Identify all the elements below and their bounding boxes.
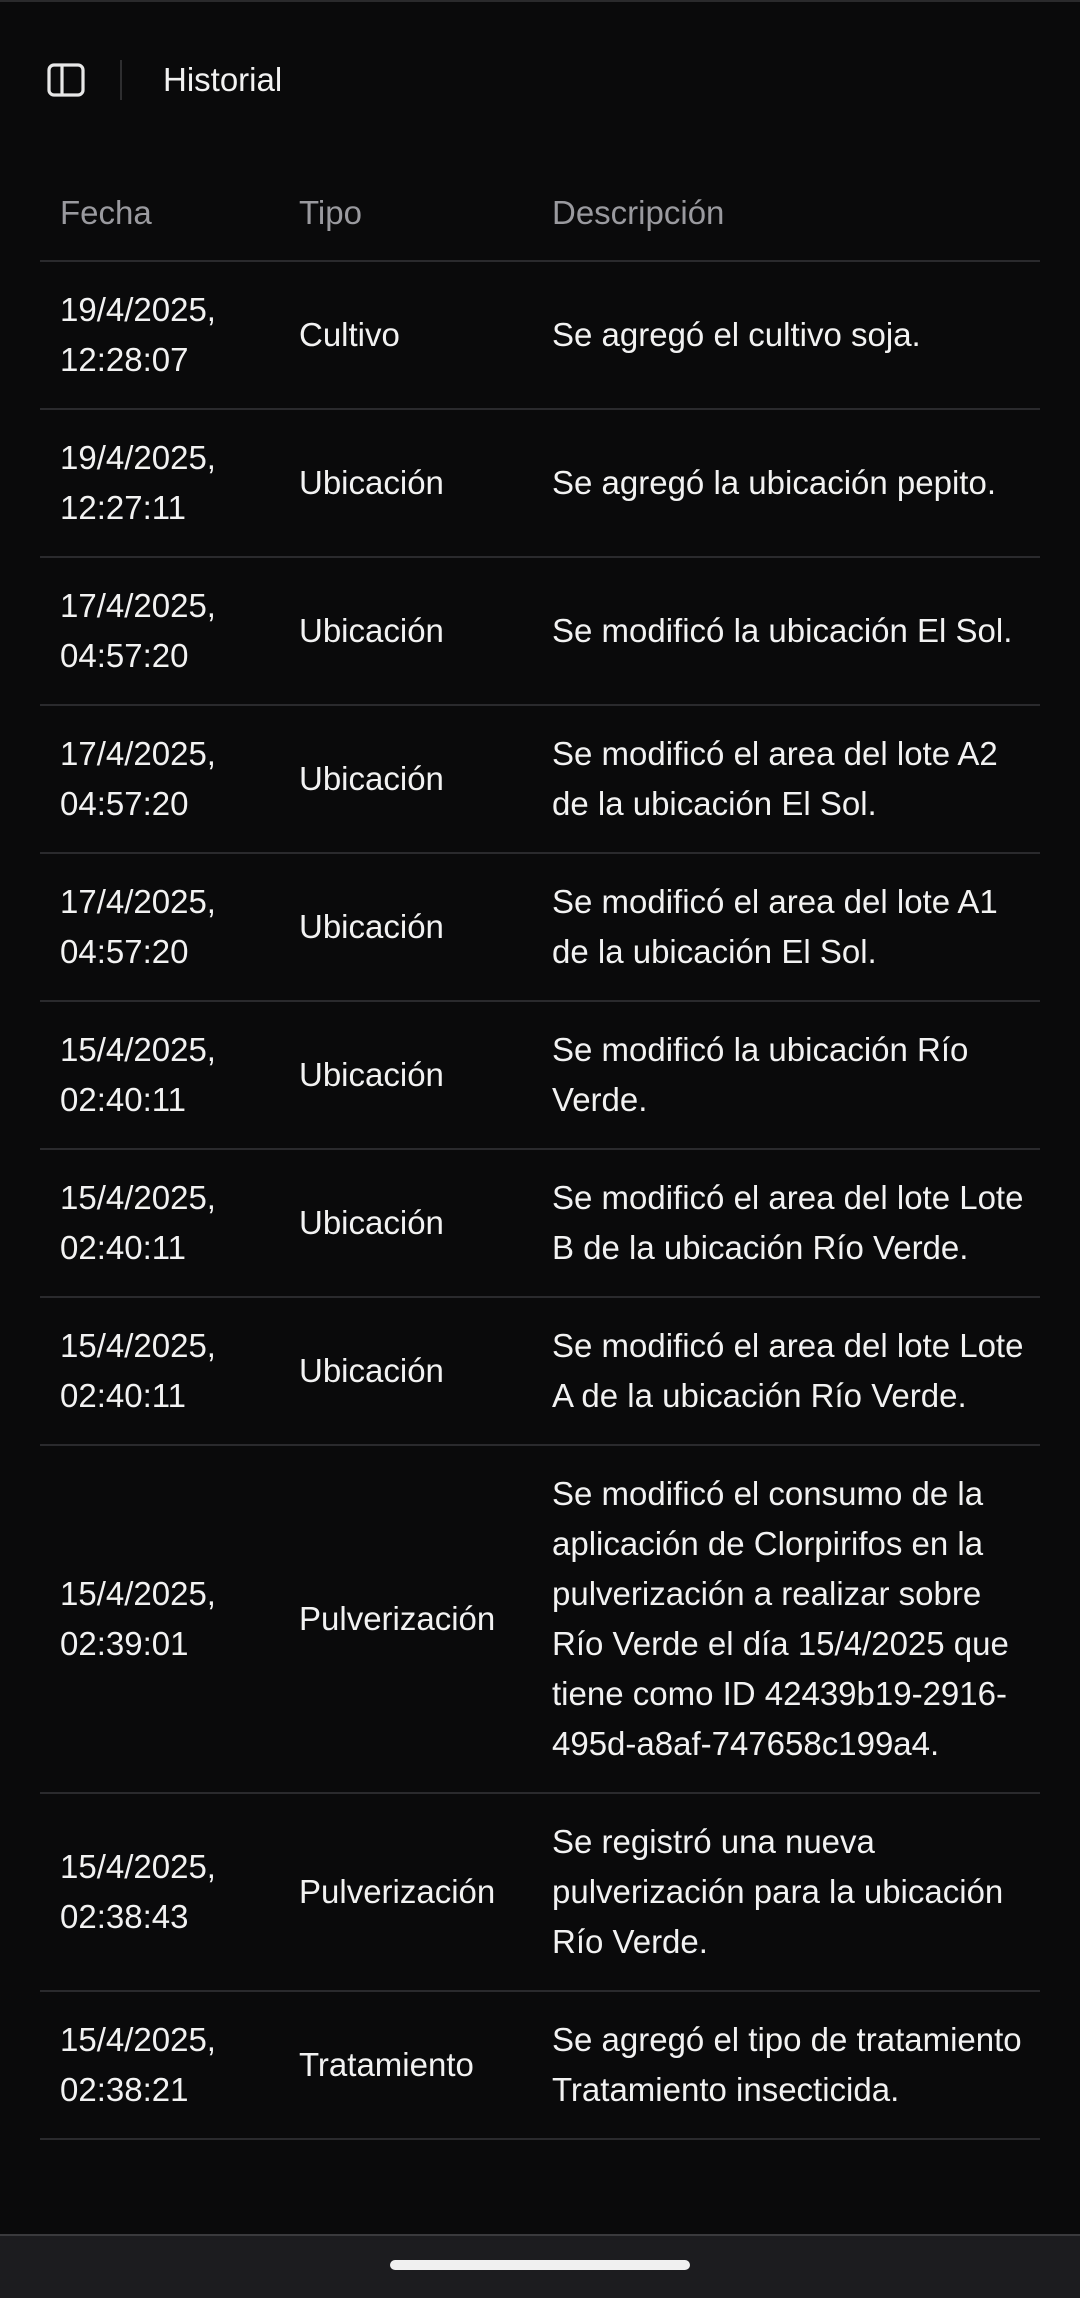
cell-desc: Se modificó el area del lote Lote B de l… [532,1149,1040,1298]
cell-tipo: Ubicación [279,1149,532,1298]
column-header-fecha: Fecha [40,166,279,262]
history-table-container: Fecha Tipo Descripción 19/4/2025, 12:28:… [40,166,1040,2140]
cell-tipo: Ubicación [279,1001,532,1150]
cell-tipo: Ubicación [279,557,532,706]
cell-desc: Se modificó el area del lote Lote A de l… [532,1297,1040,1446]
cell-fecha: 15/4/2025, 02:40:11 [40,1297,279,1446]
cell-tipo: Ubicación [279,853,532,1002]
history-table: Fecha Tipo Descripción 19/4/2025, 12:28:… [40,166,1040,2140]
cell-tipo: Ubicación [279,1297,532,1446]
cell-fecha: 19/4/2025, 12:28:07 [40,261,279,410]
column-header-descripcion: Descripción [532,166,1040,262]
cell-fecha: 15/4/2025, 02:40:11 [40,1149,279,1298]
home-indicator[interactable] [390,2260,690,2270]
table-row: 15/4/2025, 02:39:01 Pulverización Se modif… [40,1445,1040,1794]
cell-fecha: 15/4/2025, 02:40:11 [40,1001,279,1150]
cell-fecha: 17/4/2025, 04:57:20 [40,705,279,854]
table-body: 19/4/2025, 12:28:07 Cultivo Se agregó el c… [40,261,1040,2140]
table-row: 15/4/2025, 02:40:11 Ubicación Se modificó … [40,1001,1040,1150]
cell-desc: Se agregó la ubicación pepito. [532,409,1040,558]
table-header-row: Fecha Tipo Descripción [40,166,1040,262]
table-row: 15/4/2025, 02:38:21 Tratamiento Se agregó … [40,1991,1040,2140]
table-row: 17/4/2025, 04:57:20 Ubicación Se modificó … [40,853,1040,1002]
table-row: 19/4/2025, 12:27:11 Ubicación Se agregó la… [40,409,1040,558]
table-row: 15/4/2025, 02:38:43 Pulverización Se regis… [40,1793,1040,1992]
cell-tipo: Ubicación [279,705,532,854]
header-divider [120,60,122,100]
table-row: 17/4/2025, 04:57:20 Ubicación Se modificó … [40,557,1040,706]
cell-fecha: 19/4/2025, 12:27:11 [40,409,279,558]
cell-desc: Se agregó el cultivo soja. [532,261,1040,410]
cell-desc: Se registró una nueva pulverización para… [532,1793,1040,1992]
cell-tipo: Cultivo [279,261,532,410]
cell-tipo: Tratamiento [279,1991,532,2140]
cell-desc: Se modificó el consumo de la aplicación … [532,1445,1040,1794]
cell-fecha: 15/4/2025, 02:38:43 [40,1793,279,1992]
table-row: 19/4/2025, 12:28:07 Cultivo Se agregó el c… [40,261,1040,410]
cell-fecha: 15/4/2025, 02:38:21 [40,1991,279,2140]
cell-fecha: 15/4/2025, 02:39:01 [40,1445,279,1794]
cell-desc: Se modificó el area del lote A1 de la ub… [532,853,1040,1002]
cell-desc: Se modificó el area del lote A2 de la ub… [532,705,1040,854]
cell-fecha: 17/4/2025, 04:57:20 [40,557,279,706]
cell-tipo: Pulverización [279,1445,532,1794]
cell-desc: Se modificó la ubicación Río Verde. [532,1001,1040,1150]
cell-tipo: Pulverización [279,1793,532,1992]
app-header: Historial [0,0,1080,160]
table-row: 15/4/2025, 02:40:11 Ubicación Se modificó … [40,1297,1040,1446]
table-row: 15/4/2025, 02:40:11 Ubicación Se modificó … [40,1149,1040,1298]
page-title: Historial [163,61,283,98]
cell-desc: Se modificó la ubicación El Sol. [532,557,1040,706]
cell-fecha: 17/4/2025, 04:57:20 [40,853,279,1002]
system-navigation-bar [0,2234,1080,2298]
sidebar-toggle-button[interactable] [46,62,86,98]
cell-tipo: Ubicación [279,409,532,558]
sidebar-panel-icon [47,63,85,97]
table-row: 17/4/2025, 04:57:20 Ubicación Se modificó … [40,705,1040,854]
cell-desc: Se agregó el tipo de tratamiento Tratami… [532,1991,1040,2140]
column-header-tipo: Tipo [279,166,532,262]
